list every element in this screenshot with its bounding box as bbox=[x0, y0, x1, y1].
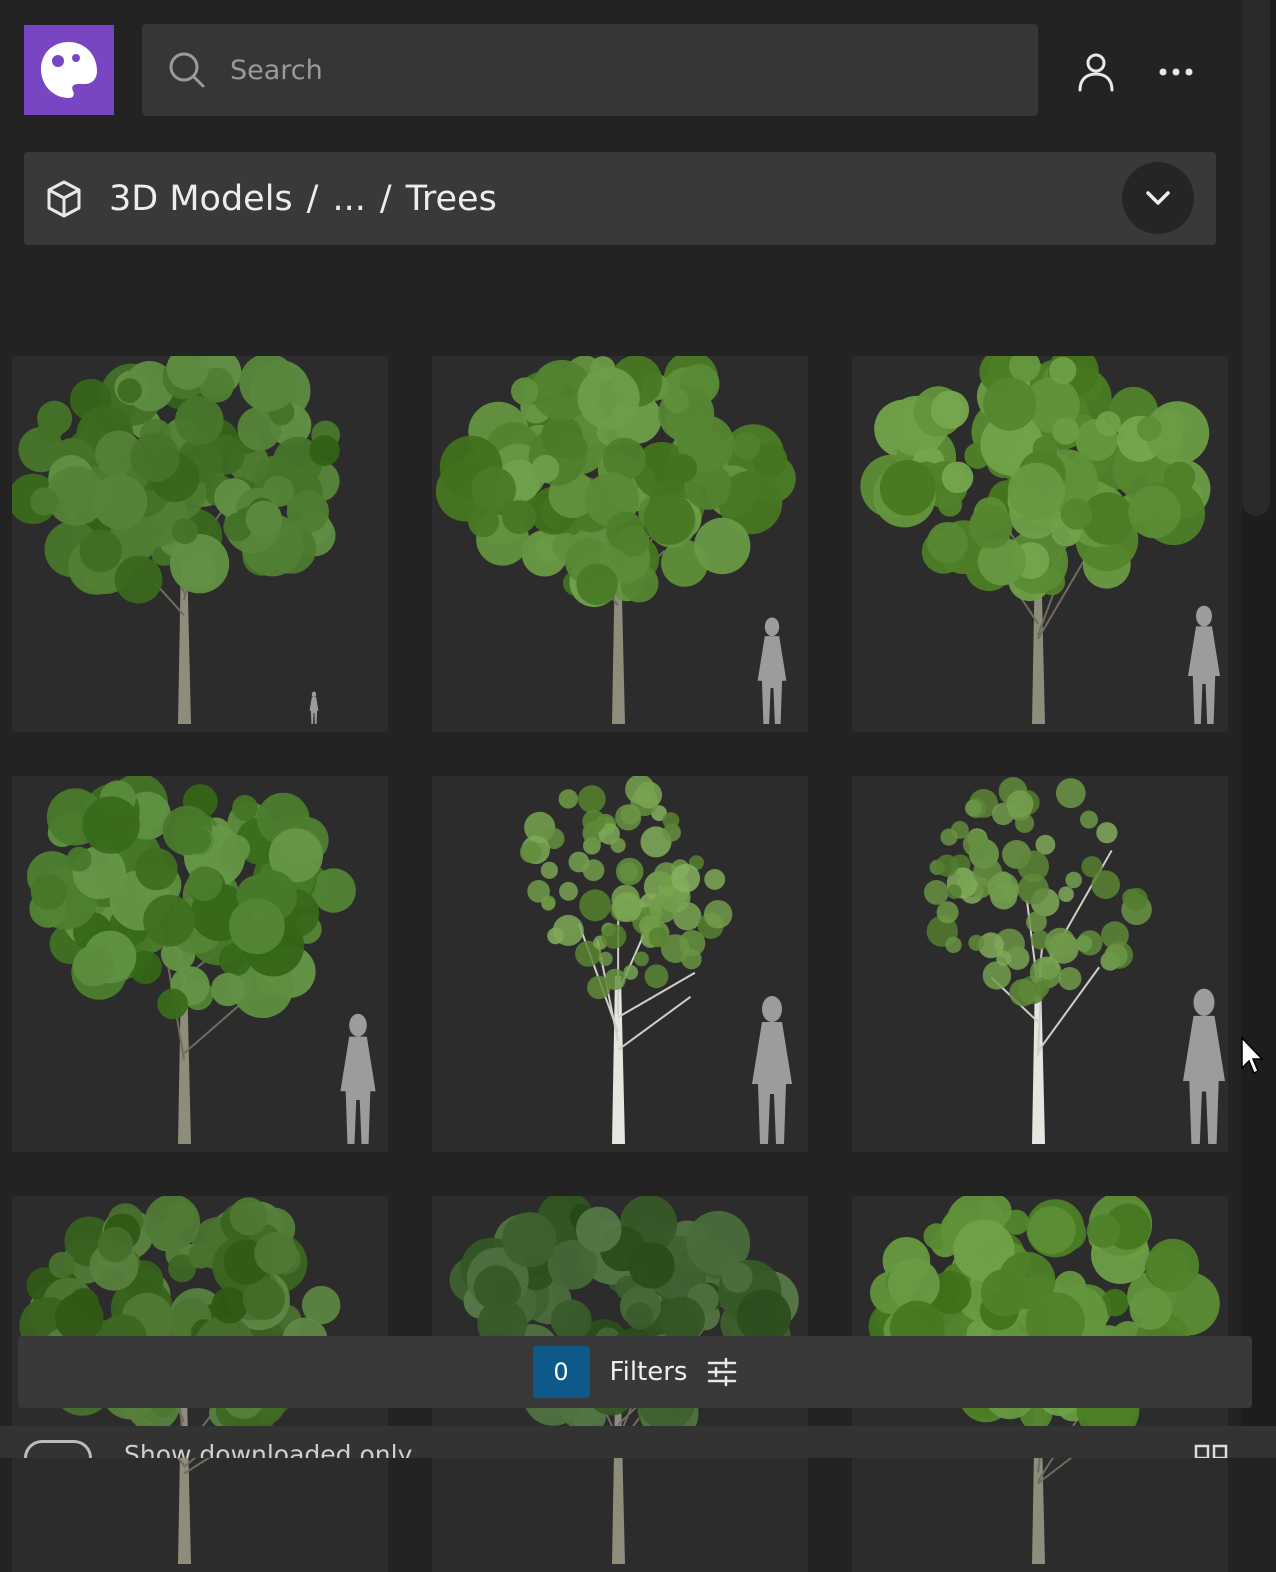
search-icon bbox=[168, 51, 206, 89]
show-downloaded-label: Show downloaded only bbox=[124, 1440, 412, 1458]
breadcrumb-dropdown-button[interactable] bbox=[1122, 162, 1194, 234]
scale-figure bbox=[310, 691, 319, 724]
mouse-cursor-icon bbox=[1240, 1036, 1264, 1076]
scrollbar[interactable] bbox=[1242, 0, 1276, 1426]
grid-view-icon[interactable] bbox=[1194, 1444, 1228, 1458]
scale-figure bbox=[340, 1014, 375, 1144]
app-logo[interactable] bbox=[24, 25, 114, 115]
breadcrumb-separator: / bbox=[380, 179, 392, 219]
scale-figure bbox=[752, 996, 792, 1144]
filter-count-badge: 0 bbox=[533, 1346, 590, 1398]
sliders-icon bbox=[707, 1357, 737, 1387]
cube-icon bbox=[44, 179, 84, 219]
tree-thumbnail bbox=[432, 356, 808, 732]
breadcrumb-item-ellipsis[interactable]: ... bbox=[332, 179, 365, 219]
scrollbar-thumb[interactable] bbox=[1242, 0, 1270, 516]
asset-card[interactable] bbox=[12, 356, 388, 732]
asset-card[interactable] bbox=[852, 356, 1228, 732]
account-button[interactable] bbox=[1072, 50, 1120, 94]
breadcrumb[interactable]: 3D Models / ... / Trees bbox=[24, 152, 1216, 245]
filters-label: Filters bbox=[610, 1357, 688, 1387]
asset-card[interactable] bbox=[432, 776, 808, 1152]
asset-card[interactable] bbox=[12, 776, 388, 1152]
asset-card[interactable] bbox=[852, 776, 1228, 1152]
bottom-bar: Show downloaded only bbox=[0, 1426, 1276, 1458]
breadcrumb-item-3d-models[interactable]: 3D Models bbox=[109, 179, 293, 219]
search-input[interactable] bbox=[228, 54, 992, 87]
more-horizontal-icon bbox=[1158, 67, 1194, 77]
tree-thumbnail bbox=[852, 356, 1228, 732]
tree-thumbnail bbox=[432, 776, 808, 1152]
filters-button[interactable]: 0 Filters bbox=[18, 1336, 1252, 1408]
scale-figure bbox=[1188, 606, 1220, 724]
chevron-down-icon bbox=[1145, 190, 1171, 206]
scale-figure bbox=[758, 617, 787, 724]
user-icon bbox=[1077, 52, 1115, 92]
tree-thumbnail bbox=[852, 776, 1228, 1152]
search-bar[interactable] bbox=[142, 24, 1038, 116]
asset-card[interactable] bbox=[432, 356, 808, 732]
breadcrumb-separator: / bbox=[307, 179, 319, 219]
tree-thumbnail bbox=[12, 356, 388, 732]
breadcrumb-path: 3D Models / ... / Trees bbox=[109, 179, 497, 219]
palette-icon bbox=[38, 39, 100, 101]
tree-thumbnail bbox=[12, 776, 388, 1152]
breadcrumb-item-trees: Trees bbox=[406, 179, 497, 219]
show-downloaded-toggle[interactable] bbox=[24, 1440, 92, 1458]
scale-figure bbox=[1183, 989, 1225, 1144]
more-options-button[interactable] bbox=[1152, 52, 1200, 92]
